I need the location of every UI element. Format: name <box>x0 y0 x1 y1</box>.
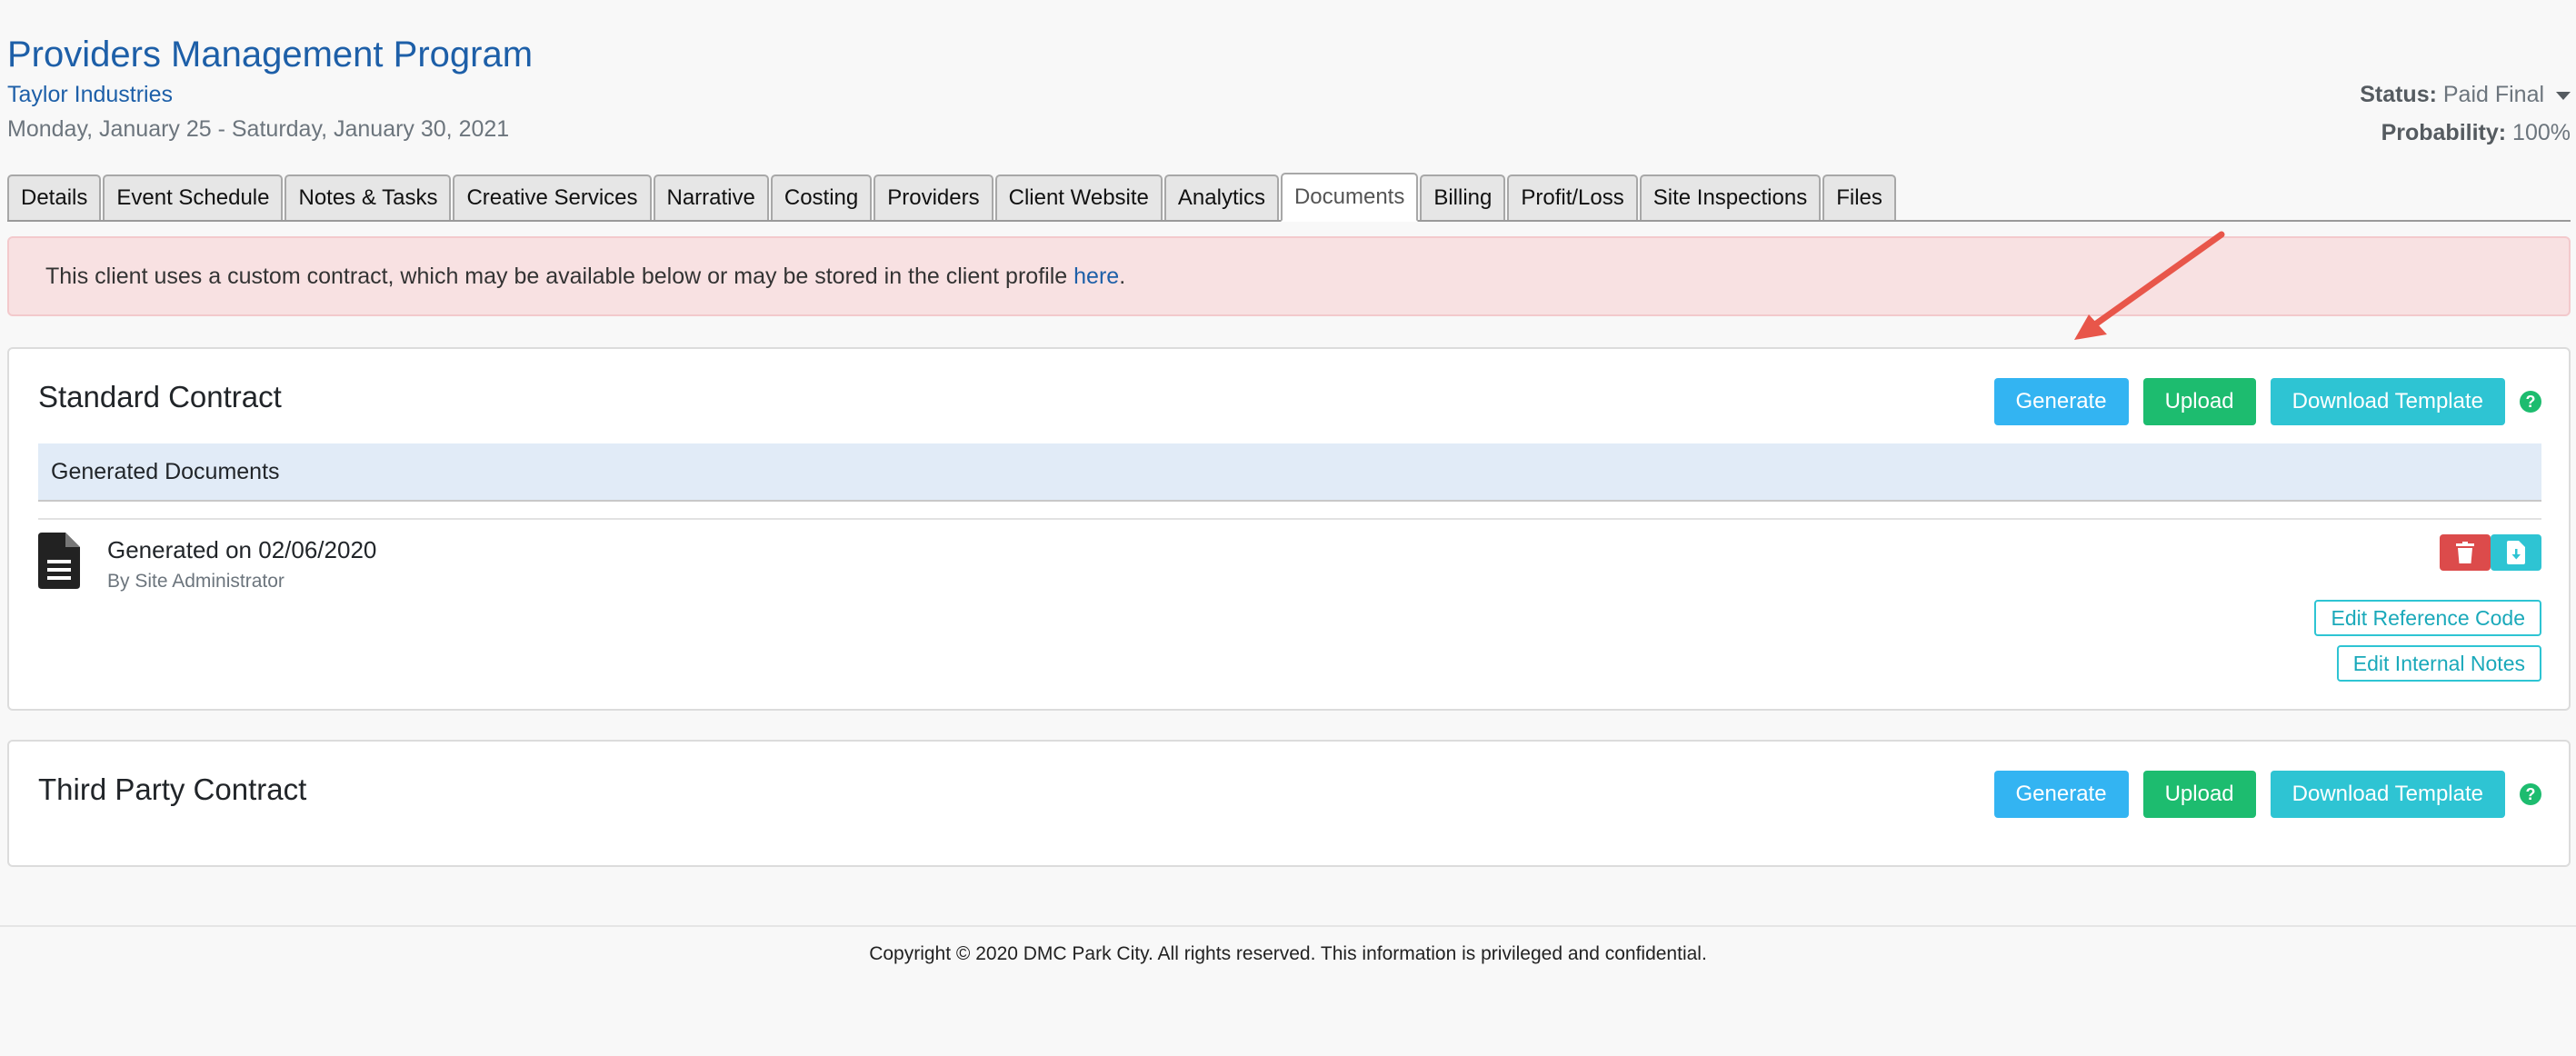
status-value: Paid Final <box>2442 82 2545 107</box>
edit-internal-notes-button[interactable]: Edit Internal Notes <box>2336 645 2541 682</box>
page-header: Providers Management Program Taylor Indu… <box>7 0 2571 164</box>
trash-icon <box>2456 542 2474 563</box>
probability: Probability: 100% <box>2360 118 2571 156</box>
standard-contract-actions: Generate Upload Download Template ? <box>1980 378 2541 425</box>
third-party-contract-actions: Generate Upload Download Template ? <box>1980 771 2541 818</box>
third-party-contract-title: Third Party Contract <box>38 772 307 806</box>
annotation-arrow <box>2074 231 2225 340</box>
footer-divider <box>0 925 2576 927</box>
download-document-button[interactable] <box>2491 534 2541 571</box>
question-icon[interactable]: ? <box>2520 783 2541 805</box>
tab-costing[interactable]: Costing <box>770 174 873 220</box>
caret-down-icon <box>2556 91 2571 100</box>
tab-providers[interactable]: Providers <box>874 174 993 220</box>
tab-billing[interactable]: Billing <box>1420 174 1506 220</box>
tab-bar: Details Event Schedule Notes & Tasks Cre… <box>7 171 2571 222</box>
page: Providers Management Program Taylor Indu… <box>7 0 2571 867</box>
divider <box>38 518 2541 520</box>
file-download-icon <box>2507 541 2525 564</box>
upload-button[interactable]: Upload <box>2142 378 2256 425</box>
copyright-footer: Copyright © 2020 DMC Park City. All righ… <box>869 943 1707 964</box>
third-party-download-template-button[interactable]: Download Template <box>2270 771 2505 818</box>
page-title: Providers Management Program <box>7 35 534 75</box>
third-party-generate-button[interactable]: Generate <box>1993 771 2129 818</box>
probability-value: 100% <box>2512 120 2571 145</box>
tab-site-inspections[interactable]: Site Inspections <box>1639 174 1822 220</box>
client-profile-link[interactable]: here <box>1073 264 1119 290</box>
document-author: By Site Administrator <box>107 571 285 592</box>
tab-profit-loss[interactable]: Profit/Loss <box>1507 174 1638 220</box>
third-party-upload-button[interactable]: Upload <box>2142 771 2256 818</box>
download-template-button[interactable]: Download Template <box>2270 378 2505 425</box>
status-label: Status: <box>2360 82 2437 107</box>
standard-contract-card: Standard Contract Generate Upload Downlo… <box>7 347 2571 711</box>
generated-documents-header: Generated Documents <box>38 443 2541 502</box>
tab-documents[interactable]: Documents <box>1280 173 1419 222</box>
event-date-range: Monday, January 25 - Saturday, January 3… <box>7 116 510 142</box>
tab-files[interactable]: Files <box>1822 174 1896 220</box>
client-name-link[interactable]: Taylor Industries <box>7 80 173 109</box>
document-title: Generated on 02/06/2020 <box>107 536 377 563</box>
edit-reference-code-button[interactable]: Edit Reference Code <box>2314 600 2541 636</box>
tab-notes-tasks[interactable]: Notes & Tasks <box>285 174 452 220</box>
standard-contract-title: Standard Contract <box>38 380 282 413</box>
document-icon <box>38 533 80 589</box>
tab-creative-services[interactable]: Creative Services <box>453 174 652 220</box>
tab-event-schedule[interactable]: Event Schedule <box>103 174 284 220</box>
status-block: Status: Paid Final Probability: 100% <box>2360 80 2571 156</box>
third-party-contract-card: Third Party Contract Generate Upload Dow… <box>7 740 2571 867</box>
tab-analytics[interactable]: Analytics <box>1163 174 1279 220</box>
tab-client-website[interactable]: Client Website <box>994 174 1163 220</box>
tab-details[interactable]: Details <box>7 174 102 220</box>
tab-narrative[interactable]: Narrative <box>653 174 769 220</box>
delete-document-button[interactable] <box>2440 534 2491 571</box>
alert-suffix: . <box>1119 263 1126 289</box>
question-icon[interactable]: ? <box>2520 391 2541 413</box>
probability-label: Probability: <box>2381 120 2507 145</box>
alert-text: This client uses a custom contract, whic… <box>45 263 1068 289</box>
status-dropdown[interactable]: Status: Paid Final <box>2360 80 2571 118</box>
generate-button[interactable]: Generate <box>1993 378 2129 425</box>
